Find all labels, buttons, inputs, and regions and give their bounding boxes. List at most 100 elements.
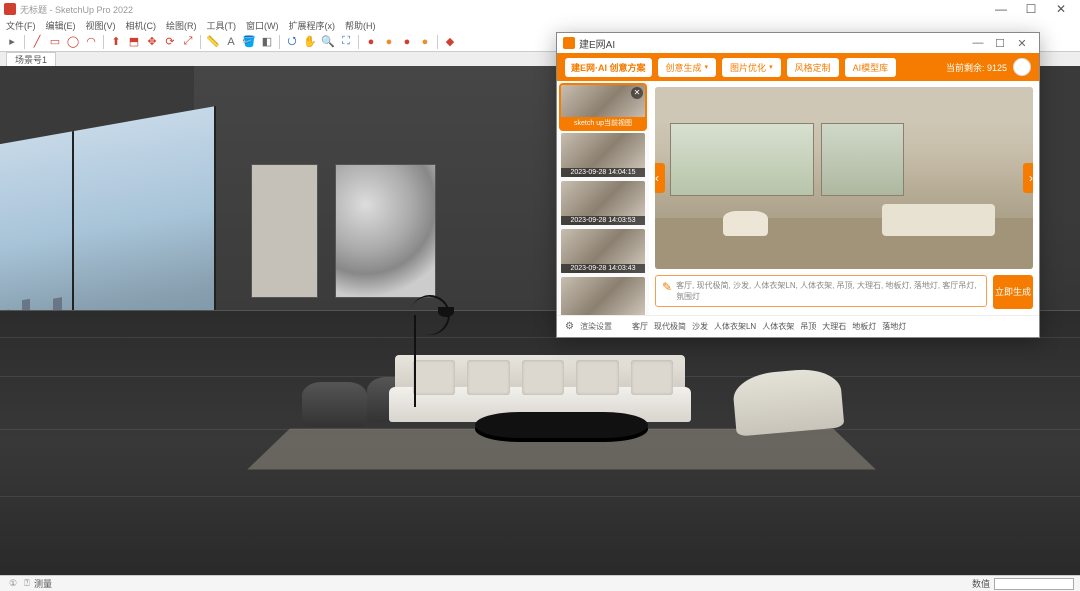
app-titlebar: 无标题 - SketchUp Pro 2022 — ☐ ✕ [0, 0, 1080, 18]
tool-plugin-3[interactable]: ● [399, 34, 415, 50]
scene-recess [251, 164, 318, 298]
tool-rect[interactable]: ▭ [47, 34, 63, 50]
tool-plugin-5[interactable]: ◆ [442, 34, 458, 50]
tool-zoomextents[interactable]: ⛶ [338, 34, 354, 50]
status-right-text: 数值 [972, 577, 990, 590]
caret-icon: ▾ [769, 63, 773, 71]
statusbar: ① ⍰ 测量 数值 [0, 575, 1080, 591]
prompt-input[interactable]: ✎ 客厅, 现代极简, 沙发, 人体衣架LN, 人体衣架, 吊顶, 大理石, 地… [655, 275, 987, 307]
tool-pan[interactable]: ✋ [302, 34, 318, 50]
status-info-icon[interactable]: ① [6, 578, 20, 589]
tool-orbit[interactable]: ⭯ [284, 34, 300, 50]
tool-plugin-1[interactable]: ● [363, 34, 379, 50]
prompt-text: 客厅, 现代极简, 沙发, 人体衣架LN, 人体衣架, 吊顶, 大理石, 地板灯… [676, 280, 980, 302]
edit-icon: ✎ [662, 280, 672, 294]
gear-icon[interactable]: ⚙ [565, 321, 574, 332]
tool-arc[interactable]: ◠ [83, 34, 99, 50]
footer-tag[interactable]: 客厅 [632, 321, 648, 332]
app-title: 无标题 - SketchUp Pro 2022 [20, 3, 133, 16]
caret-icon: ▾ [705, 63, 709, 71]
tool-scale[interactable]: ⤢ [180, 34, 196, 50]
ai-window-title: 建E网AI [579, 36, 615, 51]
menu-view[interactable]: 视图(V) [86, 19, 116, 32]
footer-tag[interactable]: 现代极简 [654, 321, 686, 332]
window-close[interactable]: ✕ [1046, 2, 1076, 16]
ai-logo: 建E网·AI 创意方案 [565, 58, 652, 77]
thumbnail-history-3[interactable]: 2023-09-28 14:03:43 [561, 229, 645, 273]
tool-offset[interactable]: ⬒ [126, 34, 142, 50]
status-left-text: 测量 [34, 577, 52, 590]
scene-marble-panel [335, 164, 436, 298]
footer-tag[interactable]: 沙发 [692, 321, 708, 332]
tool-eraser[interactable]: ◧ [259, 34, 275, 50]
ai-btn-style[interactable]: 风格定制 [787, 58, 839, 77]
scene-floor-lamp [410, 315, 418, 407]
footer-tag[interactable]: 吊顶 [800, 321, 816, 332]
ai-window-close[interactable]: ✕ [1011, 37, 1033, 50]
footer-tag[interactable]: 人体衣架 [762, 321, 794, 332]
ai-credit-balance: 当前剩余: 9125 [946, 61, 1007, 74]
menu-extensions[interactable]: 扩展程序(x) [289, 19, 336, 32]
thumbnail-label: 2023-09-28 14:03:43 [561, 264, 645, 273]
thumbnail-history-4[interactable] [561, 277, 645, 315]
footer-tag[interactable]: 人体衣架LN [714, 321, 756, 332]
menu-file[interactable]: 文件(F) [6, 19, 36, 32]
tool-plugin-4[interactable]: ● [417, 34, 433, 50]
footer-tag[interactable]: 大理石 [822, 321, 846, 332]
ai-preview-image[interactable]: ‹ › [655, 87, 1033, 269]
ai-window-maximize[interactable]: ☐ [989, 37, 1011, 50]
tool-select[interactable]: ▸ [4, 34, 20, 50]
user-avatar[interactable] [1013, 58, 1031, 76]
thumbnail-label: sketch up当前视图 [561, 117, 645, 129]
scene-coffee-table [475, 412, 648, 437]
thumbnail-history-1[interactable]: 2023-09-28 14:04:15 [561, 133, 645, 177]
ai-main-area: ‹ › ✎ 客厅, 现代极简, 沙发, 人体衣架LN, 人体衣架, 吊顶, 大理… [649, 81, 1039, 315]
window-maximize[interactable]: ☐ [1016, 2, 1046, 16]
status-help-icon[interactable]: ⍰ [20, 578, 34, 589]
tool-plugin-2[interactable]: ● [381, 34, 397, 50]
ai-plugin-panel: 建E网AI — ☐ ✕ 建E网·AI 创意方案 创意生成▾ 图片优化▾ 风格定制… [556, 32, 1040, 338]
menu-camera[interactable]: 相机(C) [126, 19, 157, 32]
ai-titlebar[interactable]: 建E网AI — ☐ ✕ [557, 33, 1039, 53]
menubar: 文件(F) 编辑(E) 视图(V) 相机(C) 绘图(R) 工具(T) 窗口(W… [0, 18, 1080, 32]
footer-tag[interactable]: 落地灯 [882, 321, 906, 332]
render-settings-label[interactable]: 渲染设置 [580, 321, 612, 332]
thumbnail-label: 2023-09-28 14:03:53 [561, 216, 645, 225]
tool-paint[interactable]: 🪣 [241, 34, 257, 50]
footer-tag[interactable]: 地板灯 [852, 321, 876, 332]
ai-window-minimize[interactable]: — [967, 37, 989, 49]
ai-btn-model-lib[interactable]: AI模型库 [845, 58, 897, 77]
window-minimize[interactable]: — [986, 2, 1016, 16]
thumbnail-close-icon[interactable]: ✕ [631, 87, 643, 99]
tool-rotate[interactable]: ⟳ [162, 34, 178, 50]
tool-move[interactable]: ✥ [144, 34, 160, 50]
tool-zoom[interactable]: 🔍 [320, 34, 336, 50]
generate-button[interactable]: 立即生成 [993, 275, 1033, 309]
ai-footer: ⚙ 渲染设置 客厅 现代极简 沙发 人体衣架LN 人体衣架 吊顶 大理石 地板灯… [557, 315, 1039, 337]
tool-line[interactable]: ╱ [29, 34, 45, 50]
preview-prev-icon[interactable]: ‹ [655, 163, 665, 193]
scene-tab[interactable]: 场景号1 [6, 52, 56, 66]
thumbnail-label: 2023-09-28 14:04:15 [561, 168, 645, 177]
ai-btn-optimize[interactable]: 图片优化▾ [722, 58, 781, 77]
scene-armchair-1 [302, 382, 367, 428]
tool-pushpull[interactable]: ⬆ [108, 34, 124, 50]
tool-tape[interactable]: 📏 [205, 34, 221, 50]
preview-next-icon[interactable]: › [1023, 163, 1033, 193]
tool-text[interactable]: A [223, 34, 239, 50]
menu-draw[interactable]: 绘图(R) [166, 19, 197, 32]
ai-thumbnail-list[interactable]: ✕ sketch up当前视图 2023-09-28 14:04:15 2023… [557, 81, 649, 315]
tool-circle[interactable]: ◯ [65, 34, 81, 50]
ai-body: ✕ sketch up当前视图 2023-09-28 14:04:15 2023… [557, 81, 1039, 315]
app-icon [4, 3, 16, 15]
menu-tools[interactable]: 工具(T) [207, 19, 237, 32]
menu-help[interactable]: 帮助(H) [345, 19, 376, 32]
menu-window[interactable]: 窗口(W) [246, 19, 279, 32]
prompt-row: ✎ 客厅, 现代极简, 沙发, 人体衣架LN, 人体衣架, 吊顶, 大理石, 地… [655, 275, 1033, 309]
ai-btn-creative[interactable]: 创意生成▾ [658, 58, 717, 77]
menu-edit[interactable]: 编辑(E) [46, 19, 76, 32]
thumbnail-current-view[interactable]: ✕ sketch up当前视图 [561, 85, 645, 129]
thumbnail-history-2[interactable]: 2023-09-28 14:03:53 [561, 181, 645, 225]
ai-header: 建E网·AI 创意方案 创意生成▾ 图片优化▾ 风格定制 AI模型库 当前剩余:… [557, 53, 1039, 81]
measurement-input[interactable] [994, 578, 1074, 590]
